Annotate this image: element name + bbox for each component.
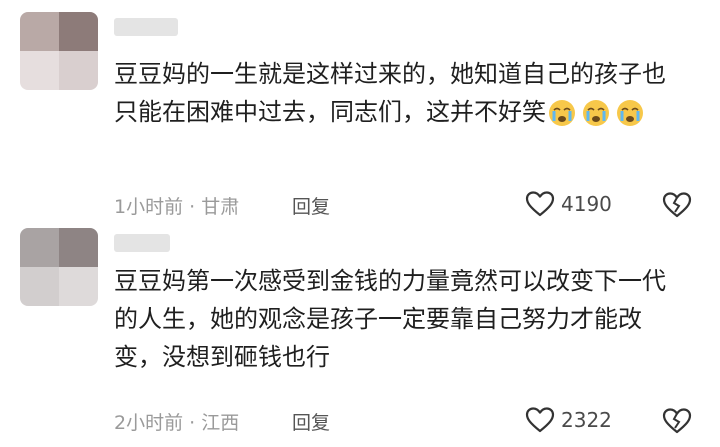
- avatar[interactable]: [20, 12, 98, 90]
- avatar-pixel: [20, 51, 59, 90]
- comment-meta: 2小时前 · 江西: [114, 412, 240, 434]
- comment-item: 豆豆妈第一次感受到金钱的力量竟然可以改变下一代的人生，她的观念是孩子一定要靠自己…: [0, 224, 720, 447]
- like-button[interactable]: 4190: [525, 190, 612, 218]
- like-button[interactable]: 2322: [525, 406, 612, 434]
- username-redacted[interactable]: [114, 234, 170, 252]
- comment-item: 豆豆妈的一生就是这样过来的，她知道自己的孩子也只能在困难中过去，同志们，这并不好…: [0, 0, 720, 224]
- like-count: 4190: [561, 192, 612, 216]
- heart-icon: [525, 191, 555, 217]
- comment-time: 1小时前: [114, 196, 184, 218]
- broken-heart-icon[interactable]: [662, 191, 692, 219]
- like-count: 2322: [561, 408, 612, 432]
- reply-button[interactable]: 回复: [292, 192, 330, 219]
- comment-location: 江西: [201, 412, 240, 434]
- avatar-pixel: [59, 51, 98, 90]
- reply-button[interactable]: 回复: [292, 408, 330, 435]
- avatar-pixel: [20, 267, 59, 306]
- comment-location: 甘肃: [201, 196, 240, 218]
- avatar-pixel: [20, 12, 59, 51]
- username-redacted[interactable]: [114, 18, 178, 36]
- avatar-pixel: [59, 12, 98, 51]
- heart-icon: [525, 407, 555, 433]
- comment-text: 豆豆妈第一次感受到金钱的力量竟然可以改变下一代的人生，她的观念是孩子一定要靠自己…: [114, 267, 666, 371]
- avatar-pixel: [20, 228, 59, 267]
- comment-text: 豆豆妈的一生就是这样过来的，她知道自己的孩子也只能在困难中过去，同志们，这并不好…: [114, 55, 684, 131]
- comment-meta: 1小时前 · 甘肃: [114, 196, 240, 218]
- crying-face-icon: [549, 100, 575, 126]
- avatar-pixel: [59, 267, 98, 306]
- avatar[interactable]: [20, 228, 98, 306]
- comment-time: 2小时前: [114, 412, 184, 434]
- broken-heart-icon[interactable]: [662, 407, 692, 435]
- emoji-group: [548, 99, 644, 127]
- crying-face-icon: [583, 100, 609, 126]
- crying-face-icon: [617, 100, 643, 126]
- avatar-pixel: [59, 228, 98, 267]
